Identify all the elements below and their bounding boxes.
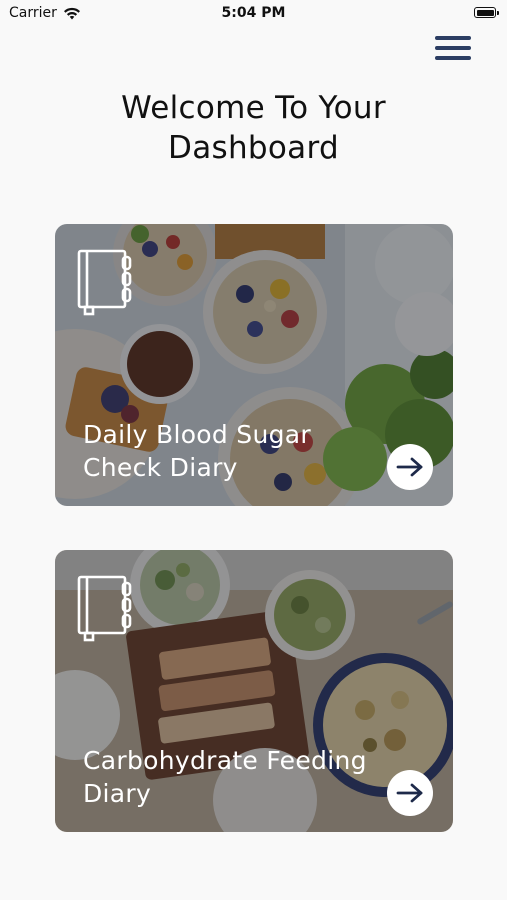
notebook-icon [77,575,132,642]
status-time: 5:04 PM [221,5,286,21]
hamburger-menu-icon[interactable] [435,35,471,61]
card-title: Daily Blood Sugar Check Diary [83,420,311,482]
open-carbohydrate-diary-button[interactable] [387,770,433,816]
carbohydrate-diary-card[interactable]: Carbohydrate Feeding Diary [55,550,453,832]
menu-line [435,46,471,50]
card-title: Carbohydrate Feeding Diary [83,746,367,808]
menu-line [435,36,471,40]
page-title: Welcome To Your Dashboard [121,90,386,166]
arrow-right-icon [396,457,423,477]
arrow-right-icon [396,783,423,803]
notebook-icon [77,249,132,316]
battery-icon [474,7,499,18]
status-bar: Carrier 5:04 PM [0,0,507,28]
open-blood-sugar-diary-button[interactable] [387,444,433,490]
blood-sugar-diary-card[interactable]: Daily Blood Sugar Check Diary [55,224,453,506]
menu-line [435,56,471,60]
dashboard-screen: Carrier 5:04 PM Welcome To Your Dashboar… [0,0,507,900]
